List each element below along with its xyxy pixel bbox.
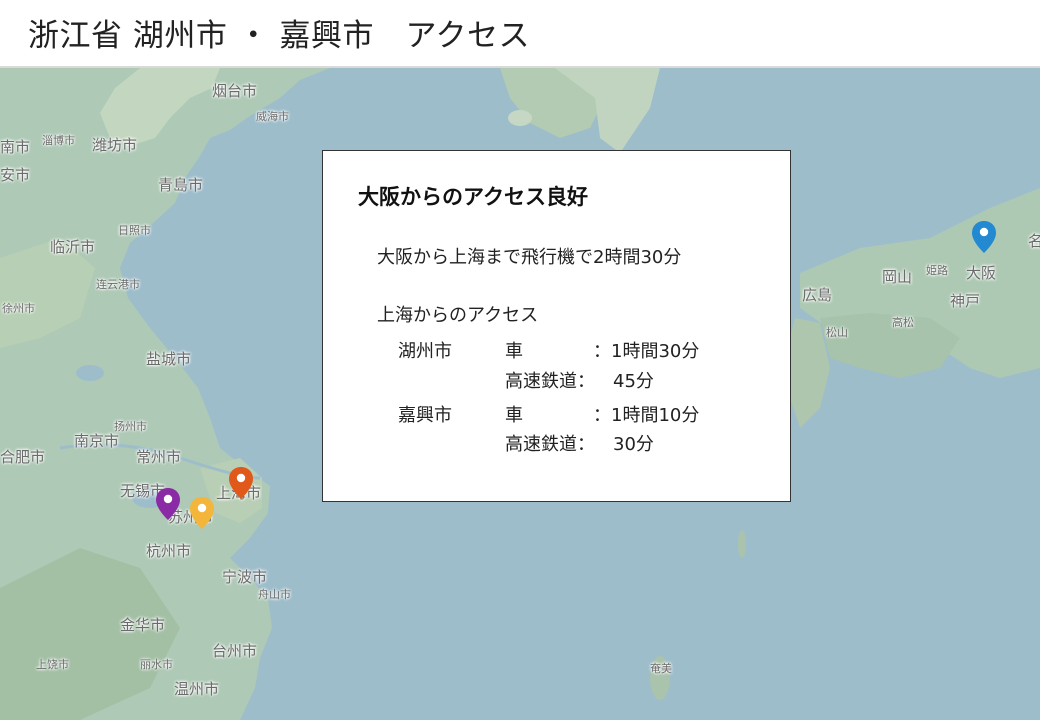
map-label-linyi: 临沂市	[50, 238, 96, 256]
map-label-amami: 奄美	[650, 662, 672, 675]
map-label-nanjing: 南京市	[74, 432, 120, 450]
map-label-okayama: 岡山	[882, 268, 913, 286]
map-label-changzhou: 常州市	[136, 448, 182, 466]
shanghai-pin-marker	[229, 467, 253, 499]
route-city-jiaxing: 嘉興市	[398, 405, 452, 426]
map-label-lishui: 丽水市	[140, 658, 173, 671]
route-car-time-jiaxing: ：1時間10分	[593, 405, 700, 426]
map-label-kobe: 神戸	[950, 292, 981, 310]
map-label-matsuyama: 松山	[826, 326, 848, 339]
map-label-hefei: 合肥市	[0, 448, 46, 466]
jiaxing-pin[interactable]	[189, 496, 215, 530]
map-label-xuzhou: 徐州市	[2, 302, 35, 315]
map-label-shangrao: 上饶市	[36, 658, 69, 671]
title-bar: 浙江省 湖州市 ・ 嘉興市 アクセス	[0, 0, 1040, 68]
map-label-weihai: 威海市	[256, 110, 289, 123]
map-label-yancheng: 盐城市	[146, 350, 192, 368]
shanghai-pin[interactable]	[228, 466, 254, 500]
huzhou-pin-marker	[156, 488, 180, 520]
map-label-takamatsu: 高松	[892, 316, 914, 329]
map-label-jinhua: 金华市	[120, 616, 166, 634]
map-label-hangzhou: 杭州市	[146, 542, 192, 560]
route-rail-time-huzhou: 45分	[613, 371, 654, 392]
flight-time-text: 大阪から上海まで飛行機で2時間30分	[377, 247, 682, 268]
jiaxing-pin-marker	[190, 497, 214, 529]
map-label-ningbo: 宁波市	[222, 568, 268, 586]
route-rail-label-huzhou: 高速鉄道：	[505, 371, 595, 392]
info-heading: 大阪からのアクセス良好	[358, 185, 588, 209]
map-label-weifang: 潍坊市	[92, 136, 138, 154]
route-car-label-jiaxing: 車	[505, 405, 523, 426]
map-label-osaka: 大阪	[966, 264, 997, 282]
route-car-time-huzhou: ：1時間30分	[593, 341, 700, 362]
map-label-yantai: 烟台市	[212, 82, 258, 100]
map-label-rizhao: 日照市	[118, 224, 151, 237]
access-info-box: 大阪からのアクセス良好 大阪から上海まで飛行機で2時間30分 上海からのアクセス…	[322, 150, 791, 502]
route-city-huzhou: 湖州市	[398, 341, 452, 362]
from-shanghai-heading: 上海からのアクセス	[377, 305, 539, 326]
map-label-taizhou: 台州市	[212, 642, 258, 660]
map-label-an: 安市	[0, 166, 31, 184]
map-label-na: 名	[1028, 232, 1040, 250]
page-title: 浙江省 湖州市 ・ 嘉興市 アクセス	[28, 18, 531, 54]
osaka-pin-marker	[972, 221, 996, 253]
route-car-label-huzhou: 車	[505, 341, 523, 362]
map-label-wenzhou: 温州市	[174, 680, 220, 698]
map-label-qingdao: 青島市	[158, 176, 204, 194]
osaka-pin[interactable]	[971, 220, 997, 254]
map-label-zibo: 淄博市	[42, 134, 75, 147]
huzhou-pin[interactable]	[155, 487, 181, 521]
map-label-nan: 南市	[0, 138, 31, 156]
map-label-zhoushan: 舟山市	[258, 588, 291, 601]
route-rail-time-jiaxing: 30分	[613, 434, 654, 455]
map-label-lianyungang: 连云港市	[96, 278, 140, 291]
route-rail-label-jiaxing: 高速鉄道：	[505, 434, 595, 455]
map-label-hiroshima: 広島	[802, 286, 833, 304]
map-label-himeji: 姫路	[926, 264, 948, 277]
